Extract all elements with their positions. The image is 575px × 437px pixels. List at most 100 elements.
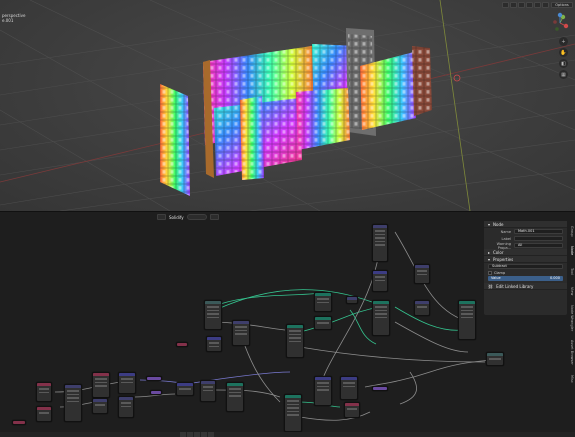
node-math-add[interactable] xyxy=(414,264,430,284)
node-input-value[interactable] xyxy=(176,342,188,347)
node-transform[interactable] xyxy=(314,316,332,330)
node-input-c[interactable] xyxy=(12,420,26,425)
options-dropdown[interactable]: Options xyxy=(551,2,573,8)
pin-icon[interactable] xyxy=(209,214,219,220)
node-editor-header: Solidify xyxy=(157,214,219,220)
chevron-down-icon: ▾ xyxy=(488,221,491,227)
editor-type-icon[interactable] xyxy=(157,214,166,220)
status-bar xyxy=(0,432,575,437)
clamp-label: Clamp xyxy=(494,270,506,275)
node-math[interactable] xyxy=(232,320,250,346)
node-math-b[interactable] xyxy=(92,372,110,398)
node-set-position[interactable] xyxy=(286,324,304,358)
node-set-material[interactable] xyxy=(340,376,358,400)
node-combine-xyz[interactable] xyxy=(176,382,194,396)
tab-view[interactable]: View xyxy=(568,281,575,301)
node-separate-xyz[interactable] xyxy=(372,270,388,292)
tab-misc[interactable]: Misc xyxy=(568,369,575,389)
node-math-e[interactable] xyxy=(200,380,216,402)
properties-panel-title: Properties xyxy=(493,256,514,262)
node-input-b[interactable] xyxy=(36,406,52,422)
value-label: Value xyxy=(491,276,501,280)
node-panel-header[interactable]: ▾ Node xyxy=(484,221,567,228)
navigation-gizmo[interactable] xyxy=(549,12,571,34)
label-field[interactable] xyxy=(514,236,563,241)
checkbox-icon xyxy=(488,270,492,275)
status-button[interactable] xyxy=(187,432,193,437)
operation-select[interactable]: Subtract xyxy=(488,264,563,269)
tab-tool[interactable]: Tool xyxy=(568,261,575,281)
viewport-shading-toolbar xyxy=(502,2,549,8)
tab-node[interactable]: Node xyxy=(568,241,575,261)
node-editor[interactable]: Solidify ▾ Node Name Math.001 Label Warn… xyxy=(0,211,575,437)
node-reroute-vector-b[interactable] xyxy=(150,390,162,395)
status-button[interactable] xyxy=(194,432,200,437)
node-vector[interactable] xyxy=(206,336,222,352)
node-input-a[interactable] xyxy=(36,382,52,402)
node-group-input[interactable] xyxy=(204,300,222,330)
viewport-info: perspective e.001 xyxy=(2,13,25,23)
node-tree-selector[interactable] xyxy=(186,214,207,220)
node-reroute[interactable] xyxy=(346,296,358,304)
sidebar-tabs: Group Node Tool View Node Wrangler Asset… xyxy=(568,221,575,421)
node-math-c[interactable] xyxy=(92,398,108,414)
node-math-a[interactable] xyxy=(64,384,82,422)
node-reroute-c[interactable] xyxy=(372,386,388,391)
node-realize-instances[interactable] xyxy=(314,376,332,406)
status-button[interactable] xyxy=(208,432,214,437)
mesh-walls xyxy=(160,28,432,196)
zoom-icon[interactable]: + xyxy=(559,37,568,46)
viewport-scene xyxy=(0,0,575,211)
node-join-geometry[interactable] xyxy=(458,300,476,340)
node-vector-math[interactable] xyxy=(118,372,136,394)
warning-row: Warning Propa... All xyxy=(484,241,567,250)
camera-icon[interactable]: ◧ xyxy=(559,59,568,68)
overlay-toggle-icon[interactable] xyxy=(502,2,509,8)
node-math-f[interactable] xyxy=(344,402,360,418)
material-shading-icon[interactable] xyxy=(534,2,541,8)
rendered-shading-icon[interactable] xyxy=(542,2,549,8)
node-tree-name[interactable]: Solidify xyxy=(169,215,184,220)
name-label: Name xyxy=(500,229,511,234)
node-reroute-vector[interactable] xyxy=(146,376,162,381)
warning-propagation-select[interactable]: All xyxy=(514,243,563,248)
status-button[interactable] xyxy=(180,432,186,437)
properties-panel-header[interactable]: ▾ Properties xyxy=(484,256,567,263)
tab-group[interactable]: Group xyxy=(568,221,575,241)
3d-viewport[interactable]: perspective e.001 Options + ✋ ◧ ▦ xyxy=(0,0,575,211)
tab-asset-browser[interactable]: Asset Browser xyxy=(568,335,575,369)
xray-toggle-icon[interactable] xyxy=(510,2,517,8)
node-switch[interactable] xyxy=(372,300,390,336)
node-group-output[interactable] xyxy=(486,352,504,366)
node-extrude[interactable] xyxy=(314,292,332,312)
wireframe-shading-icon[interactable] xyxy=(518,2,525,8)
color-panel-title: Color xyxy=(493,249,504,255)
linked-library-label: Edit Linked Library xyxy=(496,283,534,289)
grid-icon[interactable]: ▦ xyxy=(559,70,568,79)
warning-propagation-label: Warning Propa... xyxy=(496,241,511,250)
status-button[interactable] xyxy=(201,432,207,437)
solid-shading-icon[interactable] xyxy=(526,2,533,8)
color-panel-header[interactable]: ▸ Color xyxy=(484,249,567,256)
label-label: Label xyxy=(501,236,511,241)
node-instance-on-points[interactable] xyxy=(284,394,302,432)
chevron-down-icon: ▾ xyxy=(488,256,491,262)
clamp-checkbox[interactable]: Clamp xyxy=(488,270,563,275)
name-row: Name Math.001 xyxy=(484,228,567,235)
value-field[interactable]: Value 0.000 xyxy=(488,276,563,281)
link-icon: ⛓ xyxy=(488,283,494,289)
node-math-d[interactable] xyxy=(118,396,134,418)
node-math-multiply[interactable] xyxy=(414,300,430,316)
node-mesh-primitive[interactable] xyxy=(226,382,244,412)
active-object-label: e.001 xyxy=(2,18,14,23)
hand-icon[interactable]: ✋ xyxy=(559,48,568,57)
linked-library-button[interactable]: ⛓ Edit Linked Library xyxy=(484,283,567,290)
chevron-right-icon: ▸ xyxy=(488,249,491,255)
name-field[interactable]: Math.001 xyxy=(514,229,563,234)
node-sidebar: ▾ Node Name Math.001 Label Warning Propa… xyxy=(484,221,567,315)
value-number: 0.000 xyxy=(549,276,560,280)
tab-node-wrangler[interactable]: Node Wrangler xyxy=(568,301,575,335)
node-panel-title: Node xyxy=(493,221,504,227)
status-nav-buttons xyxy=(180,432,214,437)
node-compare[interactable] xyxy=(372,224,388,262)
